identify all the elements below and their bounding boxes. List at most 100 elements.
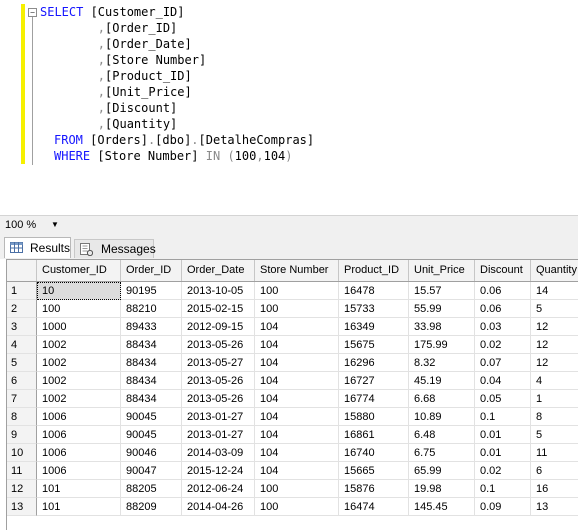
- customer-id-cell[interactable]: 1006: [37, 408, 121, 426]
- quantity-header[interactable]: Quantity: [531, 260, 578, 281]
- customer-id-cell[interactable]: 1002: [37, 336, 121, 354]
- quantity-cell[interactable]: 12: [531, 354, 578, 372]
- store-number-cell[interactable]: 104: [255, 336, 339, 354]
- customer-id-cell[interactable]: 1002: [37, 354, 121, 372]
- customer-id-cell[interactable]: 1002: [37, 372, 121, 390]
- order-date-header[interactable]: Order_Date: [182, 260, 255, 281]
- discount-cell[interactable]: 0.1: [475, 480, 531, 498]
- order-id-cell[interactable]: 90046: [121, 444, 182, 462]
- store-number-cell[interactable]: 100: [255, 480, 339, 498]
- table-row[interactable]: 11 1006 90047 2015-12-24 104 15665 65.99 0.02 6: [7, 462, 578, 480]
- unit-price-cell[interactable]: 10.89: [409, 408, 475, 426]
- order-id-cell[interactable]: 90195: [121, 282, 182, 300]
- product-id-cell[interactable]: 15876: [339, 480, 409, 498]
- product-id-header[interactable]: Product_ID: [339, 260, 409, 281]
- product-id-cell[interactable]: 15880: [339, 408, 409, 426]
- store-number-cell[interactable]: 100: [255, 498, 339, 516]
- order-id-cell[interactable]: 88434: [121, 336, 182, 354]
- order-id-cell[interactable]: 88434: [121, 372, 182, 390]
- row-number-header[interactable]: [7, 260, 37, 281]
- order-date-cell[interactable]: 2012-06-24: [182, 480, 255, 498]
- unit-price-cell[interactable]: 45.19: [409, 372, 475, 390]
- table-row[interactable]: 8 1006 90045 2013-01-27 104 15880 10.89 0.1 8: [7, 408, 578, 426]
- quantity-cell[interactable]: 4: [531, 372, 578, 390]
- product-id-cell[interactable]: 16774: [339, 390, 409, 408]
- store-number-cell[interactable]: 104: [255, 426, 339, 444]
- store-number-cell[interactable]: 104: [255, 372, 339, 390]
- product-id-cell[interactable]: 16861: [339, 426, 409, 444]
- discount-cell[interactable]: 0.05: [475, 390, 531, 408]
- row-number[interactable]: 9: [7, 426, 37, 444]
- customer-id-cell[interactable]: 1006: [37, 462, 121, 480]
- unit-price-cell[interactable]: 145.45: [409, 498, 475, 516]
- order-date-cell[interactable]: 2013-05-26: [182, 372, 255, 390]
- discount-cell[interactable]: 0.01: [475, 426, 531, 444]
- order-date-cell[interactable]: 2014-04-26: [182, 498, 255, 516]
- order-id-cell[interactable]: 88434: [121, 354, 182, 372]
- quantity-cell[interactable]: 1: [531, 390, 578, 408]
- customer-id-cell[interactable]: 101: [37, 498, 121, 516]
- quantity-cell[interactable]: 6: [531, 462, 578, 480]
- unit-price-cell[interactable]: 6.68: [409, 390, 475, 408]
- unit-price-cell[interactable]: 55.99: [409, 300, 475, 318]
- store-number-cell[interactable]: 104: [255, 462, 339, 480]
- store-number-header[interactable]: Store Number: [255, 260, 339, 281]
- discount-cell[interactable]: 0.02: [475, 462, 531, 480]
- store-number-cell[interactable]: 100: [255, 300, 339, 318]
- row-number[interactable]: 4: [7, 336, 37, 354]
- table-row[interactable]: 13 101 88209 2014-04-26 100 16474 145.45 0.09 13: [7, 498, 578, 516]
- table-row[interactable]: 5 1002 88434 2013-05-27 104 16296 8.32 0.07 12: [7, 354, 578, 372]
- table-row[interactable]: 1 10 90195 2013-10-05 100 16478 15.57 0.06 14: [7, 282, 578, 300]
- store-number-cell[interactable]: 104: [255, 408, 339, 426]
- table-row[interactable]: 10 1006 90046 2014-03-09 104 16740 6.75 0.01 11: [7, 444, 578, 462]
- store-number-cell[interactable]: 100: [255, 282, 339, 300]
- quantity-cell[interactable]: 11: [531, 444, 578, 462]
- quantity-cell[interactable]: 8: [531, 408, 578, 426]
- row-number[interactable]: 8: [7, 408, 37, 426]
- table-row[interactable]: 2 100 88210 2015-02-15 100 15733 55.99 0.06 5: [7, 300, 578, 318]
- customer-id-cell[interactable]: 10: [37, 282, 121, 300]
- row-number[interactable]: 11: [7, 462, 37, 480]
- order-date-cell[interactable]: 2013-10-05: [182, 282, 255, 300]
- discount-header[interactable]: Discount: [475, 260, 531, 281]
- quantity-cell[interactable]: 13: [531, 498, 578, 516]
- product-id-cell[interactable]: 15675: [339, 336, 409, 354]
- quantity-cell[interactable]: 5: [531, 426, 578, 444]
- unit-price-cell[interactable]: 65.99: [409, 462, 475, 480]
- product-id-cell[interactable]: 16740: [339, 444, 409, 462]
- unit-price-cell[interactable]: 19.98: [409, 480, 475, 498]
- unit-price-cell[interactable]: 33.98: [409, 318, 475, 336]
- unit-price-cell[interactable]: 175.99: [409, 336, 475, 354]
- order-date-cell[interactable]: 2013-05-26: [182, 390, 255, 408]
- unit-price-cell[interactable]: 6.75: [409, 444, 475, 462]
- product-id-cell[interactable]: 16474: [339, 498, 409, 516]
- discount-cell[interactable]: 0.04: [475, 372, 531, 390]
- order-id-cell[interactable]: 90047: [121, 462, 182, 480]
- order-date-cell[interactable]: 2012-09-15: [182, 318, 255, 336]
- table-row[interactable]: 6 1002 88434 2013-05-26 104 16727 45.19 0.04 4: [7, 372, 578, 390]
- tab-results[interactable]: Results: [4, 237, 71, 258]
- product-id-cell[interactable]: 15733: [339, 300, 409, 318]
- row-number[interactable]: 1: [7, 282, 37, 300]
- order-id-cell[interactable]: 90045: [121, 426, 182, 444]
- discount-cell[interactable]: 0.03: [475, 318, 531, 336]
- table-row[interactable]: 7 1002 88434 2013-05-26 104 16774 6.68 0.05 1: [7, 390, 578, 408]
- product-id-cell[interactable]: 15665: [339, 462, 409, 480]
- product-id-cell[interactable]: 16349: [339, 318, 409, 336]
- quantity-cell[interactable]: 12: [531, 318, 578, 336]
- discount-cell[interactable]: 0.06: [475, 282, 531, 300]
- discount-cell[interactable]: 0.06: [475, 300, 531, 318]
- table-row[interactable]: 12 101 88205 2012-06-24 100 15876 19.98 0.1 16: [7, 480, 578, 498]
- row-number[interactable]: 5: [7, 354, 37, 372]
- row-number[interactable]: 3: [7, 318, 37, 336]
- product-id-cell[interactable]: 16727: [339, 372, 409, 390]
- order-date-cell[interactable]: 2013-05-27: [182, 354, 255, 372]
- customer-id-cell[interactable]: 100: [37, 300, 121, 318]
- store-number-cell[interactable]: 104: [255, 318, 339, 336]
- customer-id-cell[interactable]: 1006: [37, 444, 121, 462]
- order-id-cell[interactable]: 88434: [121, 390, 182, 408]
- discount-cell[interactable]: 0.07: [475, 354, 531, 372]
- zoom-select[interactable]: 100 % ▼: [3, 218, 61, 232]
- order-id-header[interactable]: Order_ID: [121, 260, 182, 281]
- product-id-cell[interactable]: 16478: [339, 282, 409, 300]
